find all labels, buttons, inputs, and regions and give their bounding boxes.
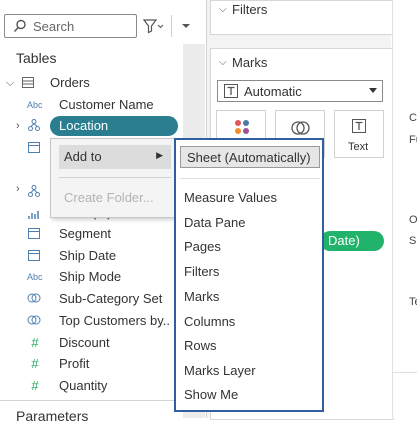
chevron-down-icon[interactable]: ⌵	[219, 4, 227, 15]
view-text-fragment: Fu	[409, 134, 417, 146]
table-icon	[22, 77, 34, 88]
field-segment[interactable]: Segment	[0, 223, 183, 245]
calendar-icon	[28, 250, 40, 261]
create-folder-label: Create Folder...	[64, 190, 154, 205]
chevron-down-icon	[182, 24, 190, 28]
submenu-item-show-me[interactable]: Show Me	[184, 387, 320, 407]
search-placeholder: Search	[33, 19, 75, 34]
hierarchy-icon	[28, 119, 40, 131]
set-icon	[27, 315, 41, 325]
calendar-icon	[28, 228, 40, 239]
field-label: Profit	[59, 356, 90, 371]
hierarchy-icon	[28, 185, 40, 197]
submenu-item-data-pane[interactable]: Data Pane	[184, 215, 320, 235]
mark-type-value: Automatic	[244, 84, 302, 99]
chevron-down-icon: ⌵	[6, 77, 15, 89]
funnel-icon	[142, 19, 164, 34]
field-label: Quantity	[59, 378, 108, 393]
submenu-item-pages[interactable]: Pages	[184, 239, 320, 259]
detail-icon	[291, 121, 310, 135]
triangle-right-icon: ▶	[156, 150, 163, 160]
string-type-icon: Abc	[27, 100, 43, 110]
submenu-item-rows[interactable]: Rows	[184, 338, 320, 358]
field-label: Customer Name	[59, 97, 154, 112]
calendar-icon	[28, 142, 40, 153]
submenu-item-marks-layer[interactable]: Marks Layer	[184, 363, 320, 383]
data-pane-menu-button[interactable]	[177, 17, 195, 35]
text-button-label: Text	[348, 141, 369, 153]
search-icon	[13, 19, 26, 33]
tables-title: Tables	[16, 50, 57, 66]
field-discount[interactable]: # Discount	[0, 332, 183, 354]
field-label: Top Customers by..	[59, 313, 171, 328]
field-label: Discount	[59, 335, 110, 350]
string-type-icon: Abc	[27, 272, 43, 282]
text-mark-icon	[224, 84, 238, 98]
sheet-automatically-label: Sheet (Automatically)	[187, 150, 311, 165]
add-to-submenu: Sheet (Automatically) Measure Values Dat…	[174, 138, 324, 412]
table-orders-label: Orders	[50, 75, 90, 90]
view-text-fragment: O	[409, 214, 417, 226]
view-text-fragment: Te	[409, 296, 417, 308]
field-label: Ship Date	[59, 248, 117, 263]
view-divider	[392, 372, 417, 373]
chevron-down-icon	[369, 88, 377, 93]
view-text-fragment: Ca	[409, 112, 417, 124]
text-icon	[352, 119, 366, 133]
location-pill-label: Location	[59, 118, 109, 133]
field-label: Segment	[59, 226, 112, 241]
number-type-icon: #	[31, 378, 39, 393]
create-folder-menu-item[interactable]: Create Folder...	[59, 186, 171, 210]
field-sub-category-set[interactable]: Sub-Category Set	[0, 288, 183, 310]
submenu-item-marks[interactable]: Marks	[184, 289, 320, 309]
date-field-pill[interactable]: Date)	[320, 231, 384, 251]
field-ship-date[interactable]: Ship Date	[0, 245, 183, 267]
field-label: Ship Mode	[59, 269, 122, 284]
search-input[interactable]: Search	[4, 14, 137, 38]
field-context-menu: Add to ▶ Create Folder...	[50, 138, 178, 218]
set-icon	[27, 293, 41, 303]
field-label: Sub-Category Set	[59, 291, 163, 306]
field-ship-mode[interactable]: Abc Ship Mode	[0, 266, 183, 288]
color-palette-icon	[235, 120, 249, 134]
chevron-down-icon[interactable]: ⌵	[219, 57, 227, 68]
submenu-item-measure-values[interactable]: Measure Values	[184, 190, 320, 210]
menu-separator	[180, 178, 320, 179]
location-selected-pill[interactable]: Location	[50, 116, 178, 136]
mark-type-dropdown[interactable]: Automatic	[217, 80, 383, 102]
field-quantity[interactable]: # Quantity	[0, 375, 183, 397]
number-type-icon: #	[31, 356, 39, 371]
filter-fields-button[interactable]	[142, 16, 164, 36]
chevron-right-icon: ›	[16, 120, 20, 132]
menu-separator	[59, 177, 171, 178]
filters-title: Filters	[232, 2, 268, 17]
field-profit[interactable]: # Profit	[0, 353, 183, 375]
chevron-right-icon: ›	[16, 183, 20, 195]
table-orders[interactable]: ⌵ Orders	[0, 72, 183, 94]
bin-icon	[28, 211, 39, 219]
number-type-icon: #	[31, 335, 39, 350]
date-pill-label: Date)	[328, 233, 360, 248]
sheet-automatically-menu-item[interactable]: Sheet (Automatically)	[180, 146, 320, 168]
worksheet-view	[392, 0, 417, 418]
submenu-item-columns[interactable]: Columns	[184, 314, 320, 334]
view-text-fragment: Su	[409, 235, 417, 247]
submenu-item-filters[interactable]: Filters	[184, 264, 320, 284]
toolbar-divider	[171, 15, 172, 37]
text-button[interactable]: Text	[334, 110, 384, 158]
field-customer-name[interactable]: Abc Customer Name	[0, 94, 183, 116]
marks-title: Marks	[232, 55, 268, 70]
parameters-title: Parameters	[16, 408, 89, 424]
add-to-menu-item[interactable]: Add to ▶	[59, 145, 171, 169]
add-to-label: Add to	[64, 149, 102, 164]
